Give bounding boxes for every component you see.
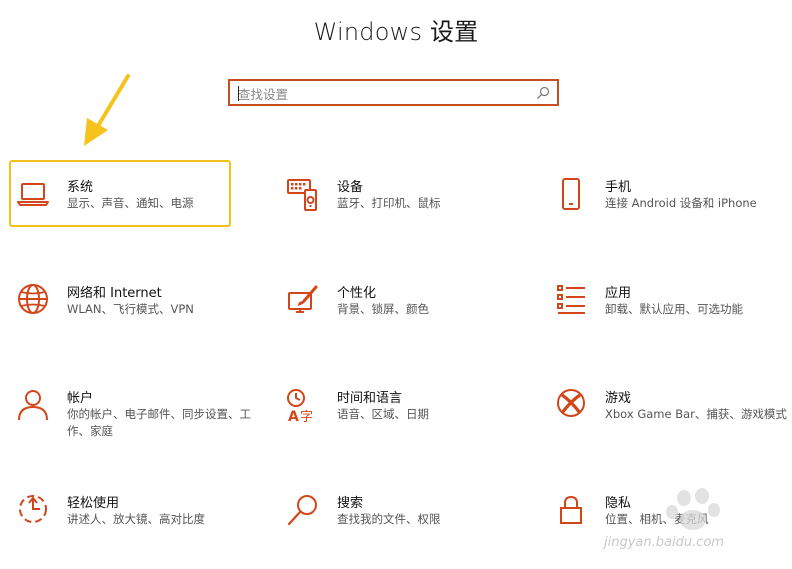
- xbox-icon: [557, 389, 585, 417]
- tile-description: 显示、声音、通知、电源: [67, 196, 194, 210]
- tile-title: 个性化: [337, 286, 377, 301]
- tile-description: 背景、锁屏、颜色: [337, 302, 429, 316]
- tile-time-language[interactable]: A 字 时间和语言 语音、区域、日期: [282, 387, 532, 447]
- tile-description: 语音、区域、日期: [337, 407, 429, 421]
- svg-text:A: A: [288, 409, 299, 423]
- watermark-text: jingyan.baidu.com: [604, 535, 724, 550]
- tile-description: 连接 Android 设备和 iPhone: [605, 196, 757, 210]
- devices-icon: [287, 179, 317, 211]
- tile-title: 轻松使用: [67, 496, 120, 511]
- tile-accounts[interactable]: 帐户 你的帐户、电子邮件、同步设置、工作、家庭: [12, 387, 262, 447]
- search-input[interactable]: [238, 85, 528, 103]
- tile-title: 帐户: [67, 391, 94, 406]
- laptop-icon: [17, 183, 49, 206]
- phone-icon: [562, 178, 580, 210]
- tile-title: 手机: [605, 180, 632, 195]
- tile-description: 蓝牙、打印机、鼠标: [337, 196, 441, 210]
- tile-title: 网络和 Internet: [67, 286, 162, 301]
- tile-title: 时间和语言: [337, 391, 403, 406]
- time-language-icon: A 字: [287, 389, 313, 423]
- tile-phone[interactable]: 手机 连接 Android 设备和 iPhone: [550, 176, 792, 236]
- person-icon: [18, 390, 48, 421]
- text-caret: [238, 86, 239, 101]
- lock-icon: [560, 495, 582, 524]
- tile-description: Xbox Game Bar、捕获、游戏模式: [605, 407, 787, 421]
- tile-ease-of-access[interactable]: 轻松使用 讲述人、放大镜、高对比度: [12, 492, 262, 552]
- apps-list-icon: [557, 285, 585, 314]
- globe-icon: [18, 284, 48, 314]
- tile-description: 讲述人、放大镜、高对比度: [67, 512, 205, 526]
- tile-gaming[interactable]: 游戏 Xbox Game Bar、捕获、游戏模式: [550, 387, 792, 447]
- tile-description: 查找我的文件、权限: [337, 512, 441, 526]
- tile-title: 游戏: [605, 391, 632, 406]
- tile-apps[interactable]: 应用 卸载、默认应用、可选功能: [550, 282, 792, 342]
- search-icon: [287, 495, 317, 526]
- tile-system[interactable]: 系统 显示、声音、通知、电源: [12, 176, 262, 236]
- tile-search[interactable]: 搜索 查找我的文件、权限: [282, 492, 532, 552]
- search-box[interactable]: [228, 79, 559, 106]
- tile-description: WLAN、飞行模式、VPN: [67, 302, 194, 316]
- tile-title: 应用: [605, 286, 632, 301]
- tile-description: 你的帐户、电子邮件、同步设置、工作、家庭: [67, 407, 251, 438]
- svg-text:字: 字: [300, 410, 313, 423]
- annotation-arrow-icon: [84, 74, 130, 146]
- search-icon[interactable]: [536, 86, 550, 100]
- page-title: Windows 设置: [313, 18, 479, 46]
- tile-devices[interactable]: 设备 蓝牙、打印机、鼠标: [282, 176, 532, 236]
- tile-personalization[interactable]: 个性化 背景、锁屏、颜色: [282, 282, 532, 342]
- ease-of-access-icon: [19, 495, 47, 523]
- tile-title: 搜索: [337, 496, 364, 511]
- tile-description: 卸载、默认应用、可选功能: [605, 302, 743, 316]
- tile-title: 设备: [337, 180, 364, 195]
- paint-icon: [288, 285, 318, 313]
- tile-title: 系统: [67, 180, 94, 195]
- tile-network[interactable]: 网络和 Internet WLAN、飞行模式、VPN: [12, 282, 262, 342]
